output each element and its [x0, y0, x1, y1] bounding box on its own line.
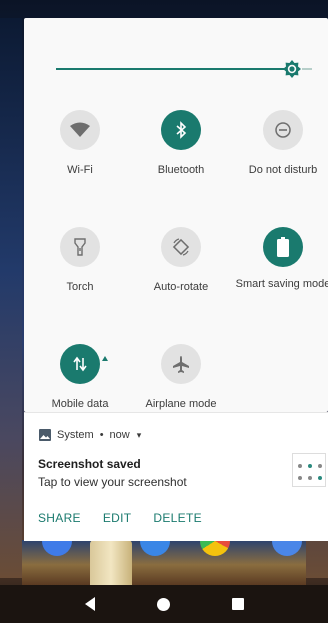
dock-app-icon-chrome[interactable] — [200, 540, 230, 556]
dock-app-icon-phone[interactable] — [42, 540, 72, 556]
tile-label: Wi-Fi — [67, 164, 93, 176]
tile-mobile-data[interactable]: Mobile data — [30, 344, 130, 411]
wifi-icon — [60, 110, 100, 150]
tile-label: Do not disturb — [248, 164, 318, 176]
navigation-bar — [22, 585, 306, 623]
quick-settings-panel: Wi-Fi Bluetooth Do not disturb Torch Aut… — [24, 18, 328, 412]
back-button[interactable] — [84, 597, 95, 611]
brightness-slider-track[interactable] — [56, 68, 292, 70]
dock-app-icon-messages[interactable] — [140, 540, 170, 556]
auto-rotate-icon — [161, 227, 201, 267]
tile-label: Auto-rotate — [153, 281, 209, 293]
image-icon — [39, 429, 51, 441]
mobile-data-icon — [60, 344, 108, 384]
screenshot-thumbnail[interactable] — [292, 453, 326, 487]
screenshot-notification[interactable]: System • now ▾ Screenshot saved Tap to v… — [24, 412, 328, 541]
share-button[interactable]: SHARE — [38, 511, 81, 525]
lighthouse-image — [90, 540, 132, 585]
tile-label: Mobile data — [51, 398, 109, 410]
brightness-slider-thumb[interactable] — [282, 59, 302, 79]
home-screen-background — [22, 540, 306, 585]
home-button[interactable] — [156, 597, 170, 611]
bluetooth-icon — [161, 110, 201, 150]
wallpaper-left-edge — [0, 18, 22, 578]
notification-app-name: System — [57, 429, 94, 441]
tile-torch[interactable]: Torch — [30, 227, 130, 294]
dock-app-icon-camera[interactable] — [272, 540, 302, 556]
torch-icon — [60, 227, 100, 267]
battery-icon — [263, 227, 303, 267]
notification-separator: • — [99, 429, 104, 441]
tile-wifi[interactable]: Wi-Fi — [30, 110, 130, 177]
tile-airplane-mode[interactable]: Airplane mode — [131, 344, 231, 411]
tile-label: Smart saving mode — [235, 278, 328, 290]
notification-header[interactable]: System • now ▾ — [39, 429, 141, 441]
tile-auto-rotate[interactable]: Auto-rotate — [131, 227, 231, 294]
tile-smart-saving-mode[interactable]: Smart saving mode — [233, 227, 328, 291]
recent-apps-button[interactable] — [231, 598, 244, 610]
tile-do-not-disturb[interactable]: Do not disturb — [233, 110, 328, 177]
airplane-icon — [161, 344, 201, 384]
notification-time: now — [109, 429, 130, 441]
delete-button[interactable]: DELETE — [153, 511, 201, 525]
signal-indicator-icon — [102, 356, 108, 361]
edit-button[interactable]: EDIT — [103, 511, 132, 525]
tile-bluetooth[interactable]: Bluetooth — [131, 110, 231, 177]
notification-title: Screenshot saved — [38, 457, 141, 471]
tile-label: Torch — [66, 281, 94, 293]
brightness-icon — [283, 60, 301, 78]
notification-actions: SHARE EDIT DELETE — [38, 511, 202, 525]
tile-label: Airplane mode — [145, 398, 217, 410]
brightness-slider-remaining[interactable] — [302, 68, 312, 70]
notification-text: Tap to view your screenshot — [38, 475, 187, 489]
do-not-disturb-icon — [263, 110, 303, 150]
tile-label: Bluetooth — [157, 164, 205, 176]
chevron-down-icon[interactable]: ▾ — [137, 430, 142, 441]
